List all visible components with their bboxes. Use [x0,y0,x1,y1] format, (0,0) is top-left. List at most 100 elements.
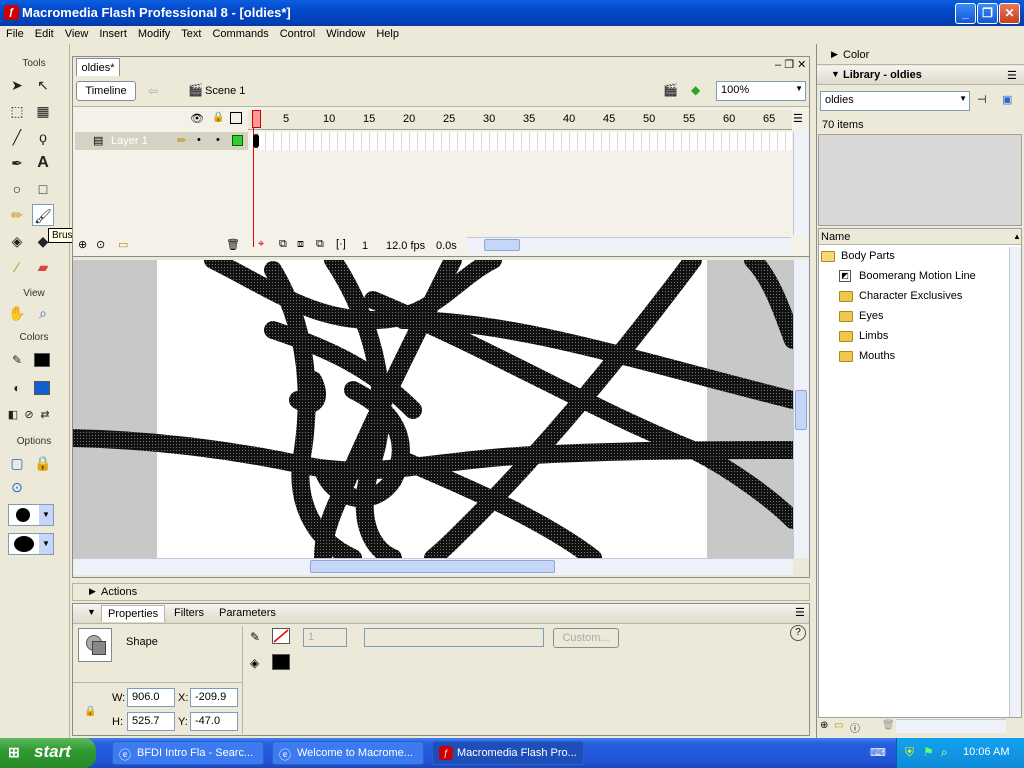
text-tool-icon[interactable]: A [32,152,54,174]
restore-button[interactable]: ❐ [977,3,998,24]
doc-close-icon[interactable]: ✕ [797,59,806,71]
search-icon[interactable]: ⌕ [941,745,948,760]
taskbar-item-search[interactable]: ⓔ BFDI Intro Fla - Searc... [112,741,264,765]
timeline-vscrollbar[interactable] [793,132,809,235]
stage-hscroll-thumb[interactable] [310,560,555,573]
zoom-tool-icon[interactable]: ⌕ [32,302,54,324]
hand-tool-icon[interactable]: ✋ [6,302,28,324]
visible-dot-icon[interactable]: • [197,134,201,146]
menu-commands[interactable]: Commands [206,26,273,40]
document-tab[interactable]: oldies* [76,58,120,76]
menu-text[interactable]: Text [175,26,206,40]
properties-icon[interactable]: ⓘ [850,720,860,735]
custom-stroke-button[interactable]: Custom... [553,628,619,648]
zoom-select[interactable]: 100% ▼ [716,81,806,101]
frame-rate[interactable]: 12.0 fps [386,240,425,252]
help-icon[interactable]: ? [790,625,806,641]
library-panel-header[interactable]: ▼ Library - oldies ☰ [817,66,1024,85]
network-icon[interactable]: ⚑ [923,745,934,759]
color-panel-header[interactable]: ▶ Color [817,46,1024,65]
minimize-button[interactable]: _ [955,3,976,24]
brush-mode-icon[interactable]: ⊙ [6,476,28,498]
library-item[interactable]: Limbs [819,327,1009,347]
security-shield-icon[interactable]: ⛨ [905,745,914,760]
menu-window[interactable]: Window [320,26,370,40]
show-hide-layers-icon[interactable]: 👁 [190,112,204,125]
menu-file[interactable]: File [0,26,29,40]
menu-modify[interactable]: Modify [132,26,175,40]
brush-shape-dropdown[interactable]: ▼ [8,533,54,555]
brush-mode-lock-icon[interactable]: 🔒 [32,452,54,474]
layer-row[interactable]: ▤ Layer 1 ✏ • • [75,132,248,150]
fill-color-black-swatch[interactable] [272,654,290,670]
eyedropper-tool-icon[interactable]: ⁄ [6,256,28,278]
keyframe-1[interactable] [253,134,259,148]
back-arrow-icon[interactable]: ⇦ [148,84,158,98]
new-folder-icon[interactable]: ▭ [834,720,843,731]
stroke-color-swatch[interactable] [34,353,50,367]
pin-library-icon[interactable]: ⊣ [977,93,987,106]
free-transform-tool-icon[interactable]: ⬚ [6,100,28,122]
timeline-menu-icon[interactable]: ☰ [793,112,803,125]
line-tool-icon[interactable]: ╱ [6,126,28,148]
doc-restore-icon[interactable]: ❐ [784,59,794,71]
start-button[interactable]: ⊞ start [0,738,96,768]
menu-edit[interactable]: Edit [29,26,59,40]
timeline-toggle-button[interactable]: Timeline [76,81,136,101]
actions-panel-header[interactable]: ▶ Actions [72,583,810,601]
menu-insert[interactable]: Insert [93,26,132,40]
library-hscrollbar[interactable] [896,719,1006,733]
timeline-hscroll-thumb[interactable] [484,239,520,251]
tab-properties[interactable]: Properties [101,605,166,622]
brush-tool-icon[interactable]: 🖌 [32,204,54,226]
library-select[interactable]: oldies ▼ [820,91,970,111]
edit-scene-icon[interactable]: 🎬 [663,83,678,97]
library-item[interactable]: Eyes [819,307,1009,327]
name-column-header[interactable]: Name [819,229,1021,245]
selection-tool-icon[interactable]: ➤ [6,74,28,96]
outline-color-icon[interactable] [232,135,243,146]
lock-fill-icon[interactable]: ▢ [6,452,28,474]
pen-tool-icon[interactable]: ✒ [6,152,28,174]
tab-filters[interactable]: Filters [174,607,204,619]
insert-folder-icon[interactable]: ▭ [118,238,128,251]
y-field[interactable]: -47.0 [190,712,238,731]
playhead-handle[interactable] [252,110,261,128]
panel-menu-icon[interactable]: ☰ [1007,69,1017,82]
subselection-tool-icon[interactable]: ↖ [32,74,54,96]
stroke-color-none-swatch[interactable] [272,628,290,644]
height-field[interactable]: 525.7 [127,712,175,731]
width-field[interactable]: 906.0 [127,688,175,707]
onion-skin-icon[interactable]: ⧉ [279,238,287,251]
edit-symbols-icon[interactable]: ◆ [691,83,700,97]
stroke-style-select[interactable] [364,628,544,647]
library-item[interactable]: ◩ Boomerang Motion Line [819,267,1009,287]
stage-vscroll-thumb[interactable] [795,390,807,430]
menu-help[interactable]: Help [370,26,404,40]
brush-strokes-drawing[interactable] [73,260,793,558]
modify-markers-icon[interactable]: [·] [336,238,346,250]
stage[interactable] [73,260,793,558]
tab-parameters[interactable]: Parameters [219,607,276,619]
fill-color-swatch[interactable] [34,381,50,395]
x-field[interactable]: -209.9 [190,688,238,707]
ink-bottle-tool-icon[interactable]: ◈ [6,230,28,252]
edit-multiple-frames-icon[interactable]: ⧉ [316,238,324,251]
library-item[interactable]: Character Exclusives [819,287,1009,307]
lasso-tool-icon[interactable]: ϙ [32,126,54,148]
menu-view[interactable]: View [59,26,94,40]
swap-colors-icon[interactable]: ⇄ [34,404,56,426]
keyboard-icon[interactable]: ⌨ [870,746,886,759]
lock-dot-icon[interactable]: • [216,134,220,146]
library-vscrollbar[interactable] [1009,247,1021,717]
panel-menu-icon[interactable]: ☰ [795,606,805,619]
outline-layers-icon[interactable] [230,112,242,124]
lock-ratio-icon[interactable]: 🔒 [84,706,96,717]
library-item[interactable]: Mouths [819,347,1009,367]
delete-layer-icon[interactable]: 🗑 [226,238,240,251]
delete-item-icon[interactable]: 🗑 [882,720,895,731]
fill-transform-tool-icon[interactable]: ▦ [32,100,54,122]
collapse-arrow-icon[interactable]: ▼ [87,607,96,617]
add-layer-icon[interactable]: ⊕ [78,238,87,251]
lock-layers-icon[interactable]: 🔒 [212,112,224,123]
